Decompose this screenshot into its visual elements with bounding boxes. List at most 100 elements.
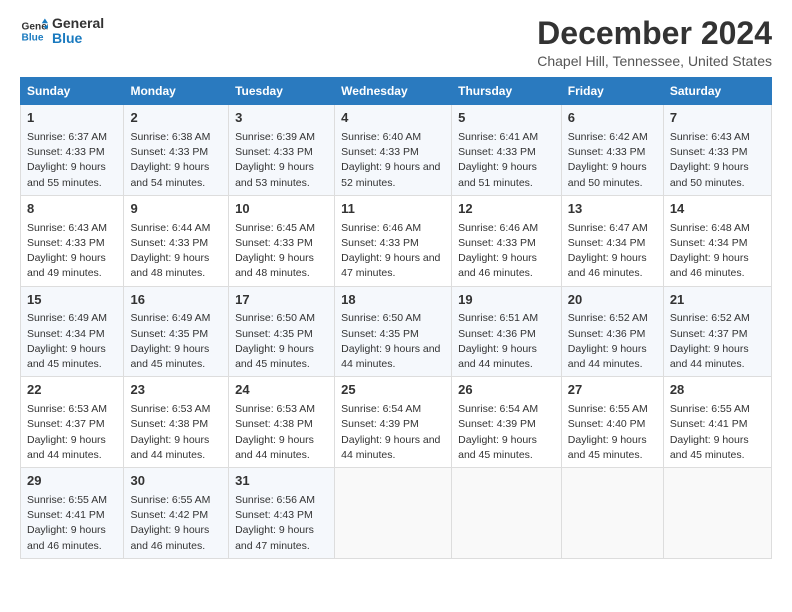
sunset-label: Sunset: 4:33 PM <box>27 146 105 158</box>
day-cell: 31Sunrise: 6:56 AMSunset: 4:43 PMDayligh… <box>229 468 335 559</box>
daylight-label: Daylight: 9 hours and 46 minutes. <box>568 252 647 279</box>
sunrise-label: Sunrise: 6:50 AM <box>341 312 421 324</box>
day-number: 29 <box>27 472 117 491</box>
day-number: 15 <box>27 291 117 310</box>
sunrise-label: Sunrise: 6:53 AM <box>235 403 315 415</box>
sunset-label: Sunset: 4:33 PM <box>458 146 536 158</box>
day-number: 5 <box>458 109 555 128</box>
day-number: 24 <box>235 381 328 400</box>
week-row-2: 8Sunrise: 6:43 AMSunset: 4:33 PMDaylight… <box>21 195 772 286</box>
day-number: 22 <box>27 381 117 400</box>
day-cell: 18Sunrise: 6:50 AMSunset: 4:35 PMDayligh… <box>335 286 452 377</box>
header-row: SundayMondayTuesdayWednesdayThursdayFrid… <box>21 78 772 105</box>
day-cell: 5 Sunrise: 6:41 AM Sunset: 4:33 PM Daylight… <box>452 105 562 196</box>
sunrise-label: Sunrise: 6:43 AM <box>27 222 107 234</box>
daylight-label: Daylight: 9 hours and 51 minutes. <box>458 161 537 188</box>
day-number: 27 <box>568 381 657 400</box>
day-number: 3 <box>235 109 328 128</box>
day-cell: 20Sunrise: 6:52 AMSunset: 4:36 PMDayligh… <box>561 286 663 377</box>
sunrise-label: Sunrise: 6:56 AM <box>235 494 315 506</box>
day-cell: 16Sunrise: 6:49 AMSunset: 4:35 PMDayligh… <box>124 286 229 377</box>
sunset-label: Sunset: 4:42 PM <box>130 509 208 521</box>
day-cell <box>452 468 562 559</box>
sunset-label: Sunset: 4:41 PM <box>27 509 105 521</box>
daylight-label: Daylight: 9 hours and 47 minutes. <box>341 252 440 279</box>
title-block: December 2024 Chapel Hill, Tennessee, Un… <box>537 16 772 69</box>
sunset-label: Sunset: 4:41 PM <box>670 418 748 430</box>
sunrise-label: Sunrise: 6:48 AM <box>670 222 750 234</box>
day-cell: 13Sunrise: 6:47 AMSunset: 4:34 PMDayligh… <box>561 195 663 286</box>
day-number: 26 <box>458 381 555 400</box>
day-number: 16 <box>130 291 222 310</box>
day-cell: 29 Sunrise: 6:55 AM Sunset: 4:41 PM Dayligh… <box>21 468 124 559</box>
day-number: 12 <box>458 200 555 219</box>
day-number: 1 <box>27 109 117 128</box>
day-cell: 6Sunrise: 6:42 AMSunset: 4:33 PMDaylight… <box>561 105 663 196</box>
col-header-tuesday: Tuesday <box>229 78 335 105</box>
col-header-monday: Monday <box>124 78 229 105</box>
sunrise-label: Sunrise: 6:54 AM <box>341 403 421 415</box>
sunrise-label: Sunrise: 6:55 AM <box>670 403 750 415</box>
sunset-label: Sunset: 4:33 PM <box>235 237 313 249</box>
col-header-friday: Friday <box>561 78 663 105</box>
sunset-label: Sunset: 4:34 PM <box>27 328 105 340</box>
daylight-label: Daylight: 9 hours and 45 minutes. <box>458 434 537 461</box>
sunset-label: Sunset: 4:37 PM <box>670 328 748 340</box>
sunrise-label: Sunrise: 6:43 AM <box>670 131 750 143</box>
day-number: 21 <box>670 291 765 310</box>
daylight-label: Daylight: 9 hours and 44 minutes. <box>130 434 209 461</box>
sunrise-label: Sunrise: 6:51 AM <box>458 312 538 324</box>
day-cell: 7Sunrise: 6:43 AMSunset: 4:33 PMDaylight… <box>663 105 771 196</box>
sunset-label: Sunset: 4:33 PM <box>130 146 208 158</box>
sunrise-label: Sunrise: 6:42 AM <box>568 131 648 143</box>
day-cell <box>663 468 771 559</box>
day-cell: 25Sunrise: 6:54 AMSunset: 4:39 PMDayligh… <box>335 377 452 468</box>
sunrise-label: Sunrise: 6:49 AM <box>27 312 107 324</box>
day-number: 13 <box>568 200 657 219</box>
sunset-label: Sunset: 4:37 PM <box>27 418 105 430</box>
sunrise-label: Sunrise: 6:46 AM <box>458 222 538 234</box>
day-cell: 10Sunrise: 6:45 AMSunset: 4:33 PMDayligh… <box>229 195 335 286</box>
day-number: 4 <box>341 109 445 128</box>
daylight-label: Daylight: 9 hours and 45 minutes. <box>235 343 314 370</box>
sunrise-label: Sunrise: 6:54 AM <box>458 403 538 415</box>
daylight-label: Daylight: 9 hours and 46 minutes. <box>458 252 537 279</box>
day-cell: 21Sunrise: 6:52 AMSunset: 4:37 PMDayligh… <box>663 286 771 377</box>
sunset-label: Sunset: 4:34 PM <box>670 237 748 249</box>
day-number: 14 <box>670 200 765 219</box>
sunset-label: Sunset: 4:43 PM <box>235 509 313 521</box>
sunrise-label: Sunrise: 6:52 AM <box>670 312 750 324</box>
sunset-label: Sunset: 4:33 PM <box>27 237 105 249</box>
day-number: 2 <box>130 109 222 128</box>
daylight-label: Daylight: 9 hours and 44 minutes. <box>27 434 106 461</box>
daylight-label: Daylight: 9 hours and 50 minutes. <box>568 161 647 188</box>
daylight-label: Daylight: 9 hours and 46 minutes. <box>670 252 749 279</box>
subtitle: Chapel Hill, Tennessee, United States <box>537 53 772 69</box>
daylight-label: Daylight: 9 hours and 44 minutes. <box>458 343 537 370</box>
daylight-label: Daylight: 9 hours and 52 minutes. <box>341 161 440 188</box>
daylight-label: Daylight: 9 hours and 44 minutes. <box>341 343 440 370</box>
logo-line2: Blue <box>52 31 104 46</box>
sunset-label: Sunset: 4:36 PM <box>568 328 646 340</box>
day-cell: 9Sunrise: 6:44 AMSunset: 4:33 PMDaylight… <box>124 195 229 286</box>
sunset-label: Sunset: 4:33 PM <box>670 146 748 158</box>
sunrise-label: Sunrise: 6:39 AM <box>235 131 315 143</box>
daylight-label: Daylight: 9 hours and 46 minutes. <box>27 524 106 551</box>
sunrise-label: Sunrise: 6:37 AM <box>27 131 107 143</box>
sunrise-label: Sunrise: 6:53 AM <box>27 403 107 415</box>
sunset-label: Sunset: 4:39 PM <box>458 418 536 430</box>
sunrise-label: Sunrise: 6:53 AM <box>130 403 210 415</box>
day-cell: 14 Sunrise: 6:48 AM Sunset: 4:34 PM Dayligh… <box>663 195 771 286</box>
sunset-label: Sunset: 4:38 PM <box>130 418 208 430</box>
sunset-label: Sunset: 4:33 PM <box>130 237 208 249</box>
day-cell: 22 Sunrise: 6:53 AM Sunset: 4:37 PM Dayligh… <box>21 377 124 468</box>
day-number: 18 <box>341 291 445 310</box>
day-number: 20 <box>568 291 657 310</box>
daylight-label: Daylight: 9 hours and 53 minutes. <box>235 161 314 188</box>
header: General Blue General Blue December 2024 … <box>20 16 772 69</box>
day-cell: 23Sunrise: 6:53 AMSunset: 4:38 PMDayligh… <box>124 377 229 468</box>
day-number: 10 <box>235 200 328 219</box>
sunrise-label: Sunrise: 6:41 AM <box>458 131 538 143</box>
sunrise-label: Sunrise: 6:55 AM <box>27 494 107 506</box>
logo: General Blue General Blue <box>20 16 104 47</box>
